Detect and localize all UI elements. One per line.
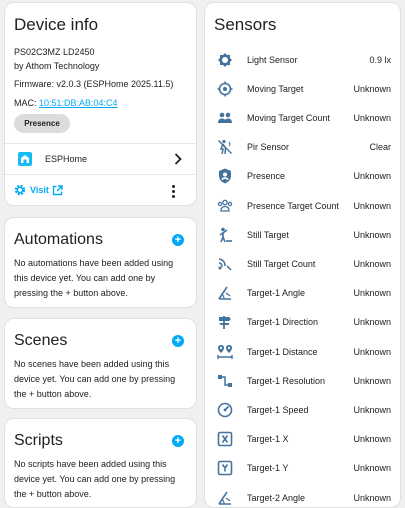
chevron-right-icon	[174, 152, 182, 170]
sensor-name: Still Target	[247, 229, 289, 240]
automations-title: Automations	[14, 231, 103, 248]
home-icon	[17, 151, 33, 167]
sensor-row[interactable]: Target-1 Resolution Unknown	[205, 366, 400, 395]
account-group-icon	[217, 110, 233, 126]
sensor-row[interactable]: Target-1 Direction Unknown	[205, 308, 400, 337]
sensor-row[interactable]: Moving Target Unknown	[205, 74, 400, 103]
mac-link[interactable]: 10:51:DB:AB:04:C4	[39, 98, 118, 108]
sensor-value: Unknown	[353, 317, 391, 328]
signal-icon	[217, 256, 233, 272]
sensor-row[interactable]: Moving Target Count Unknown	[205, 103, 400, 132]
sensor-name: Target-1 Direction	[247, 317, 319, 328]
area-chip-presence[interactable]: Presence	[14, 114, 70, 133]
sensor-name: Target-1 Distance	[247, 346, 318, 357]
visit-label: Visit	[30, 185, 49, 195]
mac-label: MAC:	[14, 98, 37, 108]
sensor-name: Target-1 Angle	[247, 288, 306, 299]
integration-label: ESPHome	[45, 154, 88, 164]
human-greeting-icon	[217, 227, 233, 243]
device-mac: MAC: 10:51:DB:AB:04:C4	[14, 98, 118, 108]
sensor-value: 0.9 lx	[369, 54, 391, 65]
sensor-row[interactable]: Target-2 Angle Unknown	[205, 483, 400, 507]
open-in-new-icon	[52, 184, 63, 196]
sensor-name: Target-1 Y	[247, 463, 289, 474]
device-info-card: Device info PS02C3MZ LD2450 by Athom Tec…	[4, 2, 197, 206]
sensor-row[interactable]: Target-1 Speed Unknown	[205, 395, 400, 424]
scripts-card: Scripts + No scripts have been added usi…	[4, 418, 197, 508]
sensor-name: Moving Target Count	[247, 112, 330, 123]
alpha-x-box-icon	[217, 431, 233, 447]
scripts-empty-text: No scripts have been added using this de…	[14, 459, 176, 499]
sensor-name: Light Sensor	[247, 54, 298, 65]
sensor-row[interactable]: Presence Unknown	[205, 162, 400, 191]
scenes-title: Scenes	[14, 332, 68, 349]
more-vert-icon[interactable]	[172, 185, 175, 198]
directions-icon	[217, 314, 233, 330]
sensor-value: Unknown	[353, 492, 391, 503]
scenes-empty-text: No scenes have been added using this dev…	[14, 359, 176, 399]
add-script-button[interactable]: +	[172, 435, 184, 447]
sensor-value: Clear	[369, 142, 391, 153]
visit-link[interactable]: Visit	[14, 184, 63, 196]
sensor-name: Target-2 Angle	[247, 492, 306, 503]
speedometer-icon	[217, 402, 233, 418]
relation-icon	[217, 373, 233, 389]
sensor-value: Unknown	[353, 112, 391, 123]
device-model: PS02C3MZ LD2450	[14, 47, 95, 57]
sensor-row[interactable]: Target-1 Distance Unknown	[205, 337, 400, 366]
brightness-icon	[217, 52, 233, 68]
sensor-value: Unknown	[353, 229, 391, 240]
sensor-value: Unknown	[353, 83, 391, 94]
automations-card: Automations + No automations have been a…	[4, 217, 197, 308]
device-manufacturer: by Athom Technology	[14, 61, 100, 71]
automations-empty-text: No automations have been added using thi…	[14, 258, 174, 298]
sensor-value: Unknown	[353, 404, 391, 415]
account-group-outline-icon	[217, 198, 233, 214]
sensor-name: Still Target Count	[247, 258, 316, 269]
integration-row-esphome[interactable]: ESPHome	[5, 144, 196, 174]
sensor-row[interactable]: Pir Sensor Clear	[205, 133, 400, 162]
sensor-row[interactable]: Target-1 Angle Unknown	[205, 279, 400, 308]
sensors-card: Sensors Light Sensor 0.9 lx Moving Target U…	[204, 2, 401, 508]
motion-sensor-off-icon	[217, 139, 233, 155]
map-marker-distance-icon	[217, 344, 233, 360]
device-info-title: Device info	[14, 15, 99, 34]
sensor-value: Unknown	[353, 375, 391, 386]
device-firmware: Firmware: v2.0.3 (ESPHome 2025.11.5)	[14, 79, 174, 89]
sensor-name: Presence	[247, 171, 286, 182]
angle-acute-icon	[217, 490, 233, 506]
sensor-value: Unknown	[353, 288, 391, 299]
gear-icon	[14, 184, 26, 196]
shield-account-icon	[217, 168, 233, 184]
sensor-name: Target-1 Resolution	[247, 375, 326, 386]
sensor-value: Unknown	[353, 171, 391, 182]
target-icon	[217, 81, 233, 97]
add-scene-button[interactable]: +	[172, 335, 184, 347]
sensor-name: Presence Target Count	[247, 200, 339, 211]
visit-row: Visit	[5, 175, 196, 205]
sensor-name: Target-1 X	[247, 434, 289, 445]
sensor-row[interactable]: Still Target Count Unknown	[205, 249, 400, 278]
sensor-row[interactable]: Target-1 X Unknown	[205, 425, 400, 454]
sensor-value: Unknown	[353, 346, 391, 357]
alpha-y-box-icon	[217, 460, 233, 476]
sensor-name: Target-1 Speed	[247, 404, 309, 415]
scripts-title: Scripts	[14, 432, 63, 449]
sensor-row[interactable]: Presence Target Count Unknown	[205, 191, 400, 220]
sensor-row[interactable]: Light Sensor 0.9 lx	[205, 45, 400, 74]
sensors-title: Sensors	[214, 15, 277, 34]
sensor-row[interactable]: Target-1 Y Unknown	[205, 454, 400, 483]
sensor-value: Unknown	[353, 200, 391, 211]
sensor-value: Unknown	[353, 258, 391, 269]
scenes-card: Scenes + No scenes have been added using…	[4, 318, 197, 409]
sensor-name: Moving Target	[247, 83, 304, 94]
angle-acute-icon	[217, 285, 233, 301]
sensor-value: Unknown	[353, 434, 391, 445]
sensor-row[interactable]: Still Target Unknown	[205, 220, 400, 249]
add-automation-button[interactable]: +	[172, 234, 184, 246]
sensor-value: Unknown	[353, 463, 391, 474]
sensor-name: Pir Sensor	[247, 142, 290, 153]
